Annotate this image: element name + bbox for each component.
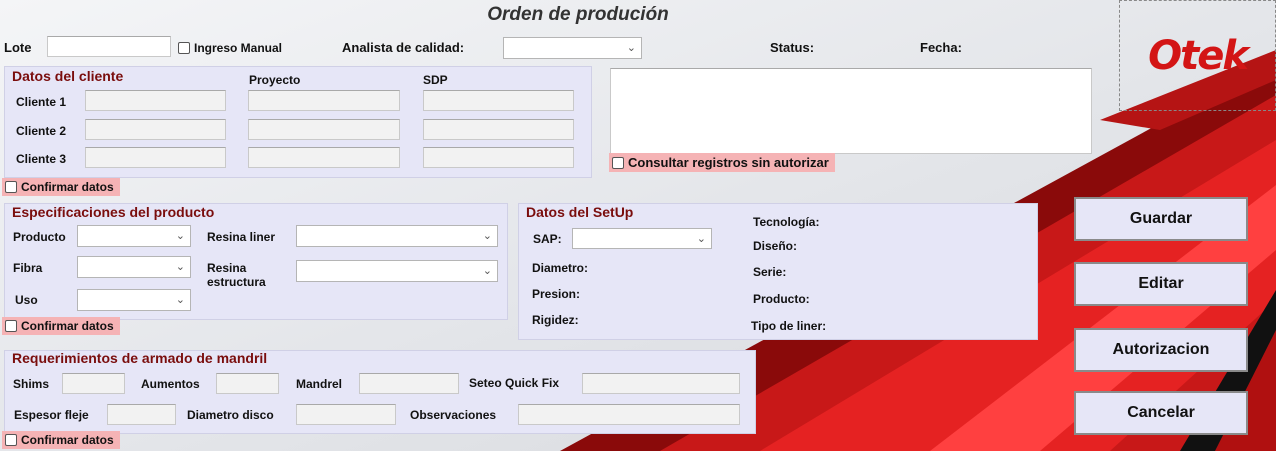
fibra-select[interactable]: ⌄ — [77, 256, 191, 278]
page-title: Orden de produción — [487, 4, 669, 25]
cliente-group-title: Datos del cliente — [12, 68, 124, 84]
serie-label: Serie: — [753, 265, 787, 279]
especificaciones-group-title: Especificaciones del producto — [12, 204, 215, 220]
especificaciones-confirm-label: Confirmar datos — [21, 319, 114, 333]
espesor-input[interactable] — [107, 404, 176, 425]
resina-liner-label: Resina liner — [207, 230, 276, 244]
chevron-down-icon: ⌄ — [482, 265, 492, 277]
cliente-1-input[interactable] — [85, 90, 226, 111]
setup-group-title: Datos del SetUp — [526, 204, 634, 220]
checkbox-box-icon — [5, 320, 17, 332]
consultar-registros-checkbox[interactable]: Consultar registros sin autorizar — [609, 153, 835, 172]
rigidez-label: Rigidez: — [532, 313, 579, 327]
observaciones-input[interactable] — [518, 404, 740, 425]
registros-textarea[interactable] — [610, 68, 1092, 154]
uso-label: Uso — [15, 293, 38, 307]
shims-label: Shims — [13, 377, 50, 391]
uso-select[interactable]: ⌄ — [77, 289, 191, 311]
mandril-confirm-checkbox[interactable]: Confirmar datos — [2, 431, 120, 449]
aumentos-label: Aumentos — [141, 377, 200, 391]
ingreso-manual-checkbox[interactable]: Ingreso Manual — [175, 39, 288, 57]
diseno-label: Diseño: — [753, 239, 798, 253]
checkbox-box-icon — [5, 434, 17, 446]
cliente-1-label: Cliente 1 — [16, 95, 67, 109]
aumentos-input[interactable] — [216, 373, 279, 394]
analista-select[interactable]: ⌄ — [503, 37, 642, 59]
mandril-group-title: Requerimientos de armado de mandril — [12, 350, 268, 366]
cliente-3-label: Cliente 3 — [16, 152, 67, 166]
chevron-down-icon: ⌄ — [175, 261, 185, 273]
chevron-down-icon: ⌄ — [626, 42, 636, 54]
mandrel-input[interactable] — [359, 373, 459, 394]
analista-label: Analista de calidad: — [342, 40, 465, 55]
tecnologia-label: Tecnología: — [753, 215, 820, 229]
sdp-1-input[interactable] — [423, 90, 574, 111]
shims-input[interactable] — [62, 373, 125, 394]
diametro-label: Diametro: — [532, 261, 589, 275]
cliente-2-label: Cliente 2 — [16, 124, 67, 138]
guardar-button[interactable]: Guardar — [1074, 197, 1248, 241]
cancelar-button[interactable]: Cancelar — [1074, 391, 1248, 435]
chevron-down-icon: ⌄ — [482, 230, 492, 242]
chevron-down-icon: ⌄ — [175, 294, 185, 306]
espesor-label: Espesor fleje — [14, 408, 89, 422]
diametro-disco-label: Diametro disco — [187, 408, 274, 422]
ingreso-manual-label: Ingreso Manual — [194, 41, 283, 55]
seteo-input[interactable] — [582, 373, 740, 394]
cliente-confirm-checkbox[interactable]: Confirmar datos — [2, 178, 120, 196]
chevron-down-icon: ⌄ — [696, 233, 706, 245]
checkbox-box-icon — [5, 181, 17, 193]
especificaciones-confirm-checkbox[interactable]: Confirmar datos — [2, 317, 120, 335]
sap-select[interactable]: ⌄ — [572, 228, 712, 249]
observaciones-label: Observaciones — [410, 408, 497, 422]
proyecto-2-input[interactable] — [248, 119, 400, 140]
sdp-2-input[interactable] — [423, 119, 574, 140]
cliente-confirm-label: Confirmar datos — [21, 180, 114, 194]
chevron-down-icon: ⌄ — [175, 230, 185, 242]
checkbox-box-icon — [612, 156, 624, 169]
sap-label: SAP: — [533, 232, 562, 246]
resina-estructura-select[interactable]: ⌄ — [296, 260, 498, 282]
mandrel-label: Mandrel — [296, 377, 343, 391]
proyecto-1-input[interactable] — [248, 90, 400, 111]
presion-label: Presion: — [532, 287, 581, 301]
checkbox-box-icon — [178, 42, 190, 54]
autorizacion-button[interactable]: Autorizacion — [1074, 328, 1248, 372]
cliente-3-input[interactable] — [85, 147, 226, 168]
sdp-3-input[interactable] — [423, 147, 574, 168]
resina-estructura-label-2: estructura — [207, 275, 266, 289]
logo-frame: Otek — [1119, 0, 1276, 111]
cliente-2-input[interactable] — [85, 119, 226, 140]
lote-label: Lote — [4, 40, 32, 55]
otek-logo: Otek — [1148, 32, 1249, 79]
tipo-liner-label: Tipo de liner: — [751, 319, 827, 333]
setup-producto-label: Producto: — [753, 292, 810, 306]
status-label: Status: — [770, 40, 815, 55]
proyecto-3-input[interactable] — [248, 147, 400, 168]
resina-liner-select[interactable]: ⌄ — [296, 225, 498, 247]
proyecto-header: Proyecto — [249, 73, 301, 87]
mandril-confirm-label: Confirmar datos — [21, 433, 114, 447]
consultar-registros-label: Consultar registros sin autorizar — [628, 155, 829, 170]
sdp-header: SDP — [423, 73, 448, 87]
resina-estructura-label-1: Resina — [207, 261, 247, 275]
diametro-disco-input[interactable] — [296, 404, 396, 425]
editar-button[interactable]: Editar — [1074, 262, 1248, 306]
lote-input[interactable] — [47, 36, 171, 57]
producto-select[interactable]: ⌄ — [77, 225, 191, 247]
fibra-label: Fibra — [13, 261, 43, 275]
fecha-label: Fecha: — [920, 40, 962, 55]
producto-label: Producto — [13, 230, 66, 244]
seteo-label: Seteo Quick Fix — [469, 376, 560, 390]
